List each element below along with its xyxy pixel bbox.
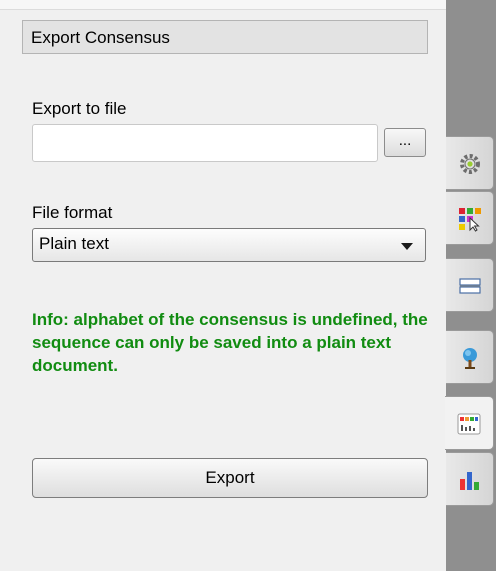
group-header[interactable]: Export Consensus (22, 20, 428, 54)
file-format-value: Plain text (39, 234, 109, 253)
top-divider (0, 0, 446, 10)
settings-icon (460, 154, 480, 174)
file-format-label: File format (32, 203, 113, 222)
side-tab-bar (445, 0, 496, 571)
browse-button[interactable]: ... (384, 128, 426, 157)
tab-color-scheme[interactable] (446, 191, 494, 245)
tab-chart[interactable] (446, 452, 494, 506)
consensus-icon (457, 413, 481, 435)
chart-icon (460, 472, 479, 490)
tab-settings[interactable] (446, 136, 494, 190)
chevron-down-icon (401, 243, 413, 250)
info-message: Info: alphabet of the consensus is undef… (32, 310, 428, 375)
statistics-icon (459, 278, 481, 294)
tab-tree[interactable] (446, 330, 494, 384)
color-scheme-icon (459, 208, 481, 232)
export-to-file-label: Export to file (32, 99, 127, 118)
tree-icon (463, 348, 477, 369)
tab-statistics[interactable] (446, 258, 494, 312)
options-panel: Export Consensus Export to file ... File… (0, 0, 446, 571)
file-format-select[interactable]: Plain text (32, 228, 426, 262)
tab-consensus[interactable] (445, 396, 494, 450)
export-file-input[interactable] (32, 124, 378, 162)
export-button[interactable]: Export (32, 458, 428, 498)
